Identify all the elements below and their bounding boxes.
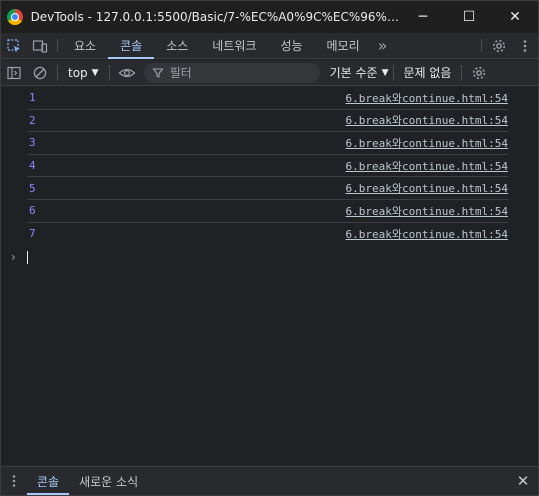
devtools-window: DevTools - 127.0.0.1:5500/Basic/7-%EC%A0… [0, 0, 539, 496]
drawer-menu-icon[interactable] [1, 467, 27, 495]
window-title: DevTools - 127.0.0.1:5500/Basic/7-%EC%A0… [30, 10, 400, 24]
tab-performance[interactable]: 성능 [268, 33, 314, 58]
device-toolbar-icon[interactable] [27, 33, 53, 58]
tab-elements[interactable]: 요소 [62, 33, 108, 58]
drawer-tab-strip: 콘솔 새로운 소식 ✕ [1, 466, 538, 495]
log-message: 1 [29, 91, 36, 105]
console-output: 1 6.break와continue.html:54 2 6.break와con… [1, 87, 538, 465]
console-log-row: 5 6.break와continue.html:54 [27, 177, 508, 200]
tab-sources[interactable]: 소스 [154, 33, 200, 58]
console-prompt[interactable]: › [11, 245, 538, 269]
drawer-tab-whats-new[interactable]: 새로운 소식 [69, 467, 148, 495]
prompt-chevron-icon: › [11, 250, 16, 265]
console-log-row: 7 6.break와continue.html:54 [27, 223, 508, 246]
issues-counter[interactable]: 문제 없음 [398, 64, 458, 81]
tab-console[interactable]: 콘솔 [108, 33, 155, 59]
console-settings-gear-icon[interactable] [466, 61, 492, 85]
more-options-icon[interactable] [512, 33, 538, 58]
log-source-link[interactable]: 6.break와continue.html:54 [346, 180, 508, 196]
filter-box [143, 62, 320, 83]
close-drawer-button[interactable]: ✕ [508, 467, 538, 495]
text-caret [27, 250, 28, 264]
log-source-link[interactable]: 6.break와continue.html:54 [346, 112, 508, 128]
console-log-row: 1 6.break와continue.html:54 [27, 87, 508, 110]
tabstrip-right-divider [481, 39, 482, 52]
context-selector-label: top [68, 65, 88, 80]
log-source-link[interactable]: 6.break와continue.html:54 [346, 158, 508, 174]
log-levels-label: 기본 수준 [329, 66, 378, 80]
toolbar-divider [57, 64, 58, 81]
chrome-logo-icon [7, 9, 23, 25]
tabstrip-divider [57, 39, 58, 52]
toolbar-divider [461, 64, 463, 81]
console-log-row: 6 6.break와continue.html:54 [27, 200, 508, 223]
console-log-row: 2 6.break와continue.html:54 [27, 110, 508, 133]
log-message: 7 [29, 227, 36, 241]
log-levels-dropdown[interactable]: 기본 수준 ▼ [330, 64, 389, 81]
title-bar: DevTools - 127.0.0.1:5500/Basic/7-%EC%A0… [1, 1, 538, 33]
filter-funnel-icon [151, 67, 164, 78]
log-message: 4 [29, 159, 36, 173]
minimize-button[interactable]: ─ [400, 1, 446, 33]
log-message: 6 [29, 204, 36, 218]
inspect-element-icon[interactable] [1, 33, 27, 58]
console-log-row: 4 6.break와continue.html:54 [27, 155, 508, 178]
window-controls: ─ ☐ ✕ [400, 1, 538, 33]
tab-memory[interactable]: 메모리 [315, 33, 372, 58]
log-message: 2 [29, 113, 36, 127]
log-message: 3 [29, 136, 36, 150]
clear-console-icon[interactable] [27, 61, 53, 85]
close-window-button[interactable]: ✕ [492, 1, 538, 33]
panel-tab-strip: 요소 콘솔 소스 네트워크 성능 메모리 » [1, 33, 538, 59]
log-source-link[interactable]: 6.break와continue.html:54 [346, 135, 508, 151]
log-source-link[interactable]: 6.break와continue.html:54 [346, 203, 508, 219]
live-expression-eye-icon[interactable] [114, 61, 140, 85]
settings-gear-icon[interactable] [486, 33, 512, 58]
drawer-tab-console[interactable]: 콘솔 [27, 467, 70, 495]
toolbar-divider [392, 64, 394, 81]
show-sidebar-icon[interactable] [1, 61, 27, 85]
tab-network[interactable]: 네트워크 [200, 33, 268, 58]
chevron-down-icon: ▼ [91, 67, 99, 78]
context-selector[interactable]: top ▼ [62, 66, 105, 80]
filter-input[interactable] [169, 65, 310, 80]
console-toolbar: top ▼ 기본 수준 ▼ 문제 없음 [1, 60, 538, 86]
maximize-button[interactable]: ☐ [446, 1, 492, 33]
more-tabs-button[interactable]: » [372, 33, 394, 58]
log-source-link[interactable]: 6.break와continue.html:54 [346, 226, 508, 242]
chevron-down-icon: ▼ [381, 67, 389, 78]
console-log-row: 3 6.break와continue.html:54 [27, 132, 508, 155]
log-message: 5 [29, 181, 36, 195]
toolbar-divider [108, 64, 110, 81]
log-source-link[interactable]: 6.break와continue.html:54 [346, 90, 508, 106]
